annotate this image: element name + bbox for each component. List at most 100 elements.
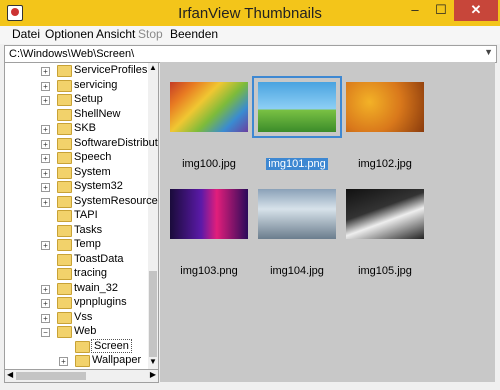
thumbnail-item[interactable]: img105.jpg [340, 185, 430, 285]
menu-datei[interactable]: Datei [12, 27, 40, 41]
tree-item[interactable]: + SKB [5, 122, 145, 137]
folder-icon [57, 297, 72, 309]
tree-item-label: SKB [74, 122, 97, 134]
tree-item[interactable]: TAPI [5, 209, 145, 224]
folder-tree[interactable]: ▲ ▼ + ServiceProfiles + servicing + Setup Shel… [4, 62, 159, 370]
tree-item-label: Setup [74, 93, 103, 105]
folder-icon [57, 326, 72, 338]
folder-icon [57, 94, 72, 106]
thumbnail-caption: img102.jpg [340, 158, 430, 170]
tree-hscroll-thumb[interactable] [16, 372, 86, 380]
tree-item[interactable]: + ServiceProfiles [5, 64, 147, 79]
expand-icon[interactable]: + [41, 81, 50, 91]
collapse-icon[interactable]: − [41, 328, 50, 337]
thumbnail-item[interactable]: img102.jpg [340, 78, 430, 178]
expand-icon[interactable]: + [41, 168, 50, 178]
tree-item-label: vpnplugins [74, 296, 127, 308]
tree-item-label: ToastData [74, 252, 124, 265]
expand-icon[interactable]: + [41, 183, 50, 192]
tree-item[interactable]: + Vss [5, 311, 145, 326]
tree-item[interactable]: − Web [5, 325, 145, 340]
thumbnail-filename: img101.png [266, 158, 328, 170]
tree-item[interactable]: + System32 [5, 180, 145, 195]
thumbnail-grid: img100.jpg img101.png img102.jpg img103.png… [160, 62, 495, 382]
tree-item-label: twain_32 [74, 281, 119, 294]
tree-item-label: ShellNew [74, 107, 121, 120]
thumbnail-caption: img105.jpg [340, 265, 430, 277]
tree-item-label: SoftwareDistributi [74, 136, 159, 149]
thumbnail-filename: img102.jpg [358, 158, 412, 170]
thumbnail-item[interactable]: img103.png [164, 185, 254, 285]
tree-scroll-thumb[interactable] [149, 271, 157, 357]
tree-item[interactable]: + Setup [5, 93, 145, 108]
tree-item[interactable]: ToastData [5, 253, 145, 268]
folder-icon [57, 282, 72, 295]
folder-icon [57, 210, 72, 222]
thumbnail-item[interactable]: img104.jpg [252, 185, 342, 285]
tree-horizontal-scrollbar[interactable]: ◀ ▶ [4, 369, 159, 383]
folder-icon [75, 340, 90, 353]
tree-item[interactable]: ShellNew [5, 108, 145, 123]
tree-item[interactable]: + vpnplugins [5, 296, 145, 311]
thumbnail-item[interactable]: img101.png [252, 76, 342, 178]
expand-icon[interactable]: + [41, 139, 50, 149]
thumbnail-filename: img104.jpg [270, 265, 324, 277]
expand-icon[interactable]: + [41, 241, 50, 250]
thumbnail-filename: img100.jpg [182, 158, 236, 170]
expand-icon[interactable]: + [41, 125, 50, 134]
tree-item-label: Tasks [74, 223, 103, 236]
folder-icon [57, 253, 72, 266]
expand-icon[interactable]: + [41, 313, 50, 323]
menu-beenden[interactable]: Beenden [170, 27, 218, 41]
tree-item-label: Web [74, 325, 97, 337]
tree-item[interactable]: + System [5, 166, 145, 181]
scroll-down-arrow-icon[interactable]: ▼ [149, 357, 157, 366]
tree-vertical-scrollbar[interactable]: ▲ ▼ [148, 63, 158, 369]
expand-icon[interactable]: + [41, 96, 50, 105]
path-value: C:\Windows\Web\Screen\ [9, 48, 135, 60]
thumbnail-image[interactable] [252, 76, 342, 138]
folder-icon [57, 268, 72, 280]
tree-item[interactable]: Screen [5, 338, 145, 355]
tree-item[interactable]: + Temp [5, 238, 145, 253]
tree-item-label: Screen [91, 338, 132, 353]
tree-item[interactable]: + Speech [5, 151, 145, 166]
expand-icon[interactable]: + [41, 67, 50, 76]
folder-icon [57, 123, 72, 135]
expand-icon[interactable]: + [41, 154, 50, 163]
expand-icon[interactable]: + [41, 299, 50, 308]
tree-item[interactable]: Tasks [5, 224, 145, 239]
scroll-right-arrow-icon[interactable]: ▶ [150, 370, 156, 379]
thumbnail-image[interactable] [170, 82, 248, 132]
tree-item[interactable]: + SystemResources [5, 195, 158, 210]
expand-icon[interactable]: + [41, 197, 50, 207]
scroll-up-arrow-icon[interactable]: ▲ [149, 63, 157, 72]
tree-item[interactable]: + Wallpaper [5, 354, 145, 369]
tree-item[interactable]: + servicing [5, 79, 145, 94]
scroll-left-arrow-icon[interactable]: ◀ [7, 370, 13, 379]
menu-ansicht[interactable]: Ansicht [96, 27, 135, 41]
maximize-button[interactable]: ☐ [428, 0, 454, 21]
close-button[interactable]: ✕ [454, 0, 498, 21]
path-combobox[interactable]: C:\Windows\Web\Screen\ ▼ [4, 45, 497, 63]
folder-icon [57, 65, 72, 77]
thumbnail-image[interactable] [346, 189, 424, 239]
menu-optionen[interactable]: Optionen [45, 27, 94, 41]
expand-icon[interactable]: + [59, 357, 68, 366]
thumbnail-item[interactable]: img100.jpg [164, 78, 254, 178]
chevron-down-icon[interactable]: ▼ [484, 47, 493, 57]
tree-item[interactable]: tracing [5, 267, 145, 282]
tree-item-label: Speech [74, 151, 112, 163]
tree-item-label: System32 [74, 180, 123, 192]
expand-icon[interactable]: + [41, 284, 50, 294]
minimize-button[interactable]: – [402, 0, 428, 21]
folder-icon [57, 224, 72, 237]
tree-item-label: Wallpaper [92, 354, 142, 366]
folder-icon [57, 137, 72, 150]
tree-item[interactable]: + twain_32 [5, 282, 145, 297]
thumbnail-image[interactable] [258, 189, 336, 239]
tree-item-label: Temp [74, 238, 101, 250]
thumbnail-image[interactable] [346, 82, 424, 132]
tree-item[interactable]: + SoftwareDistributi [5, 137, 158, 152]
thumbnail-image[interactable] [170, 189, 248, 239]
